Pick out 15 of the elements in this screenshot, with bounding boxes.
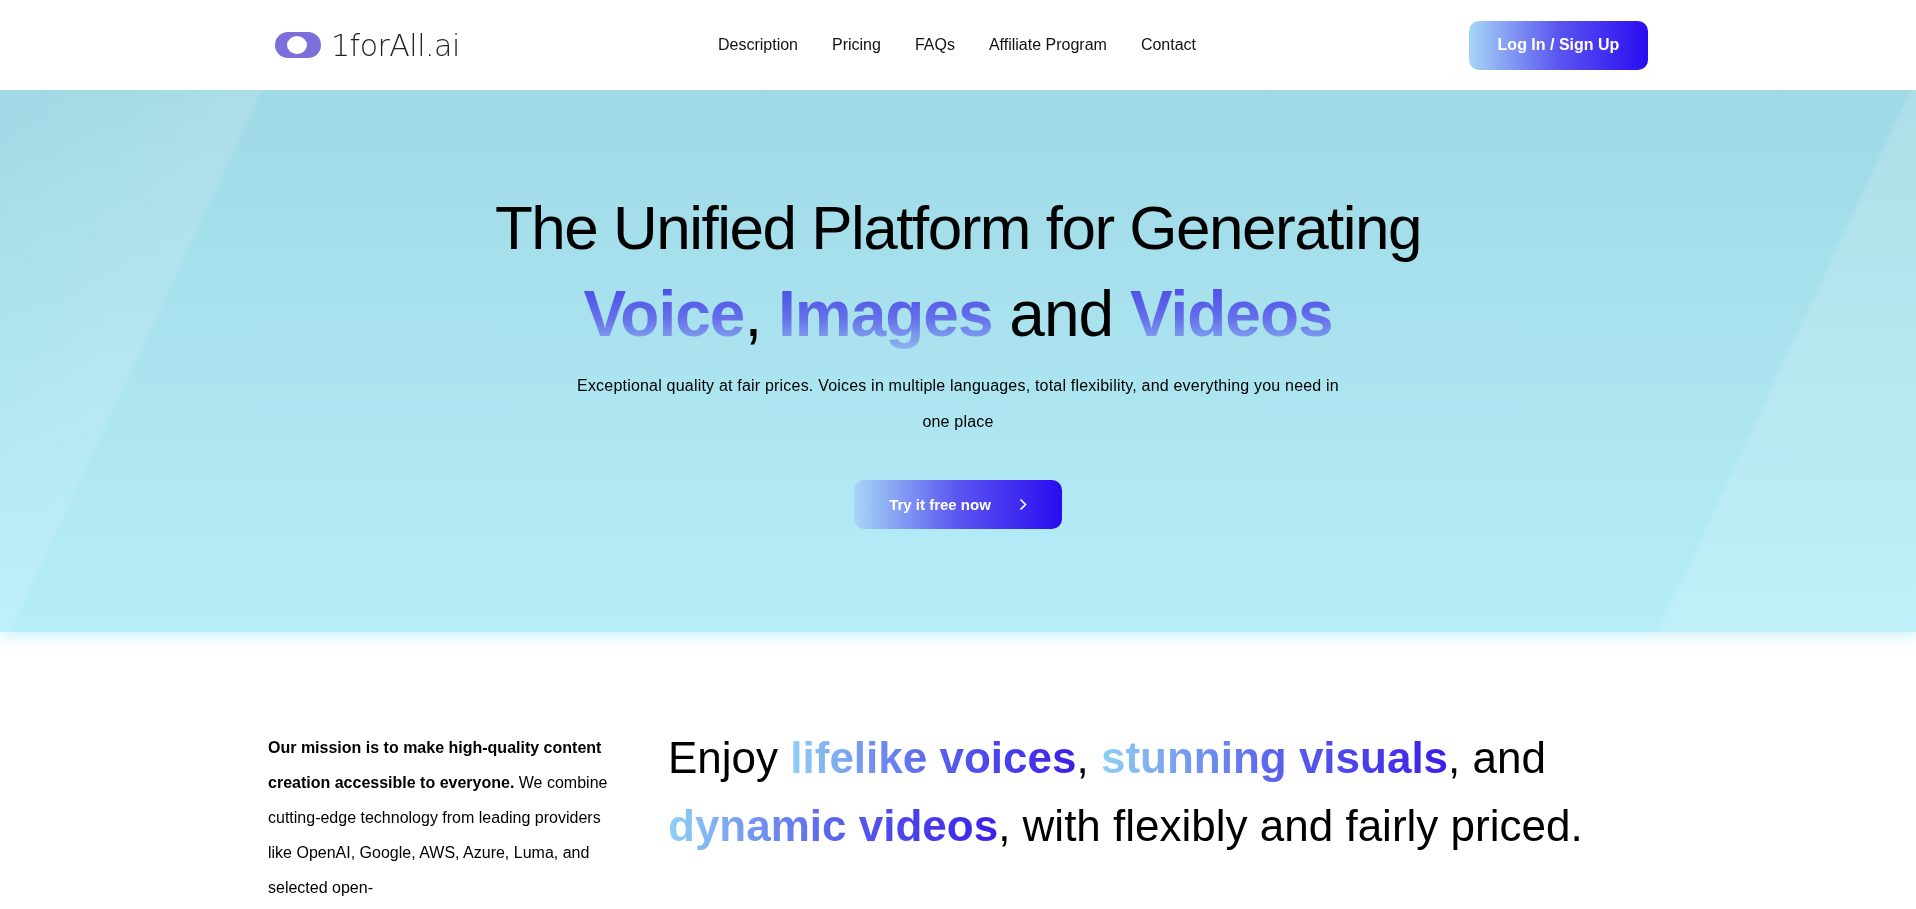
nav-link[interactable]: Pricing (832, 36, 881, 54)
hero-description: Exceptional quality at fair prices. Voices in multiple languages, total flexibility, and everything you need in one place (576, 376, 1340, 432)
hero-title: The Unified Platform for Generating (494, 192, 1422, 264)
mission-text: Our mission is to make high-quality content creation accessible to everyone. We combine cutting-edge technology from leading providers like OpenAI, Google, AWS, Azure, Luma, and selected open- (268, 738, 608, 898)
chevron-right-icon (1018, 498, 1027, 511)
hero-subtitle-heading: Voice, Images and Videos (583, 268, 1333, 360)
logo-text: 1forAll.ai (331, 27, 460, 63)
nav-link[interactable]: FAQs (914, 36, 955, 54)
nav-link[interactable]: Contact (1140, 36, 1197, 54)
nav-link[interactable]: Description (717, 36, 798, 54)
nav-link[interactable]: Affiliate Program (988, 36, 1107, 54)
login-button[interactable]: Log In / Sign Up (1469, 20, 1648, 70)
try-free-button[interactable]: Try it free now (854, 480, 1062, 529)
logo-icon (275, 32, 321, 58)
feature-headline: Enjoy lifelike voices, stunning visuals, and dynamic videos, with flexibly and fairly priced. (668, 732, 1584, 852)
